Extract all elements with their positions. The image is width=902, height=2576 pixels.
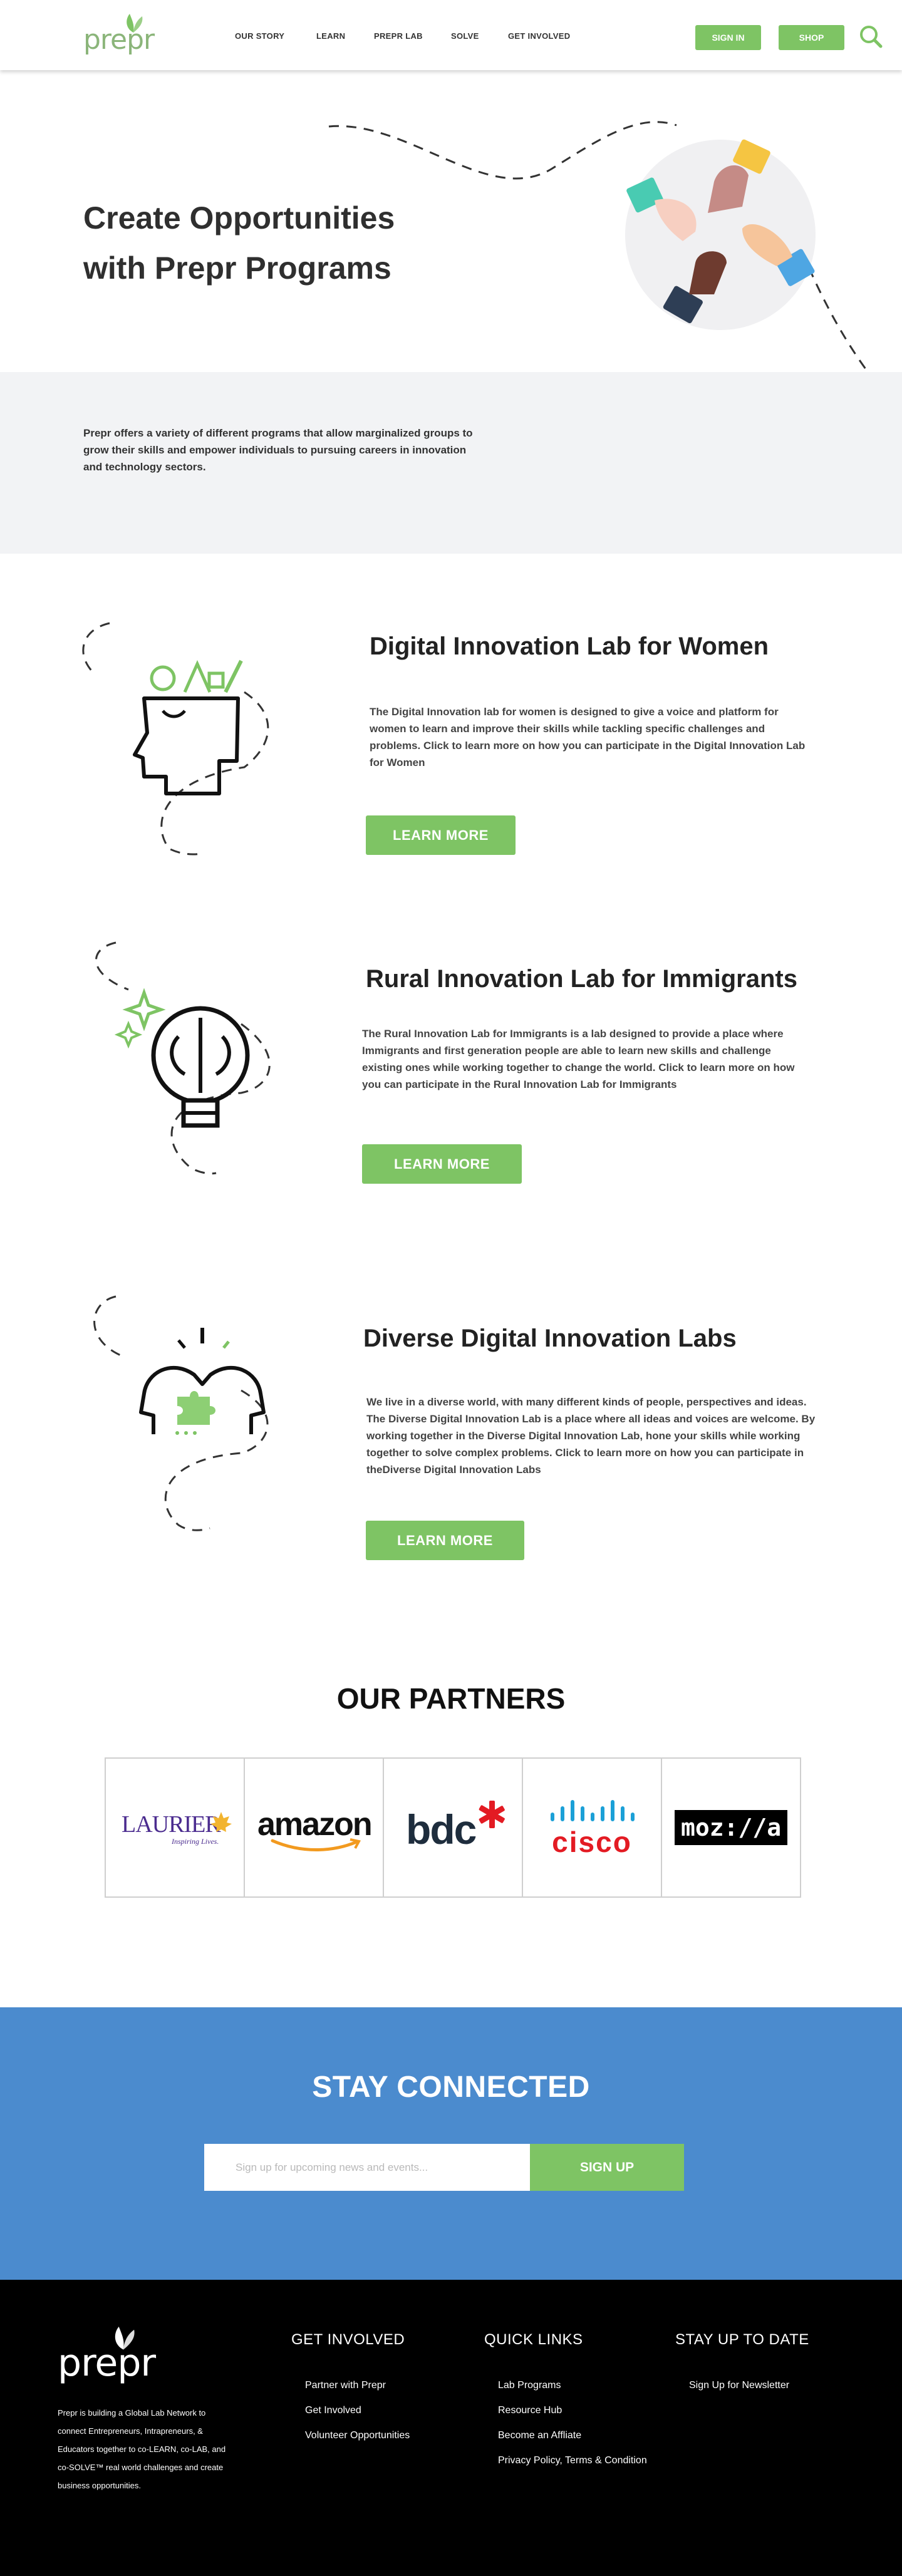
partner-laurier[interactable]: LAURIER Inspiring Lives.	[106, 1759, 245, 1896]
nav-prepr-lab[interactable]: PREPR LAB	[374, 31, 423, 41]
site-header: prepr OUR STORY LEARN PREPR LAB SOLVE GE…	[0, 0, 902, 70]
program-diverse-description: We live in a diverse world, with many di…	[366, 1396, 816, 1476]
nav-learn[interactable]: LEARN	[316, 31, 345, 41]
program-women-title: Digital Innovation Lab for Women	[370, 633, 769, 660]
footer-link-volunteer[interactable]: Volunteer Opportunities	[305, 2430, 410, 2441]
footer-link-get-involved[interactable]: Get Involved	[305, 2405, 361, 2416]
program-women-description: The Digital Innovation lab for women is …	[370, 706, 806, 768]
footer-logo[interactable]: prepr	[58, 2324, 177, 2386]
footer-leaf-icon	[115, 2326, 135, 2350]
footer-link-lab-programs[interactable]: Lab Programs	[498, 2380, 561, 2391]
footer-logo-wordmark: prepr	[58, 2341, 156, 2385]
footer-get-involved-heading: GET INVOLVED	[291, 2331, 405, 2348]
footer-quick-links-heading: QUICK LINKS	[484, 2331, 583, 2348]
bdc-wordmark: bdc	[406, 1806, 477, 1853]
program-diverse-illustration	[93, 1295, 269, 1531]
mozilla-wordmark: moz://a	[681, 1814, 782, 1841]
program-women-learn-more-button[interactable]: LEARN MORE	[366, 815, 516, 855]
partner-amazon[interactable]: amazon	[245, 1759, 384, 1896]
cisco-bars-icon	[551, 1800, 635, 1821]
intro-text: Prepr offers a variety of different prog…	[83, 427, 473, 473]
nav-get-involved[interactable]: GET INVOLVED	[508, 31, 570, 41]
footer-about-text: Prepr is building a Global Lab Network t…	[58, 2408, 226, 2490]
amazon-smile-icon	[271, 1838, 361, 1851]
nav-our-story[interactable]: OUR STORY	[235, 31, 284, 41]
laurier-tagline: Inspiring Lives.	[172, 1837, 219, 1846]
program-immigrants-description: The Rural Innovation Lab for Immigrants …	[362, 1028, 795, 1090]
partner-cisco[interactable]: cisco	[523, 1759, 662, 1896]
partners-title: OUR PARTNERS	[336, 1682, 566, 1715]
footer-link-privacy[interactable]: Privacy Policy, Terms & Condition	[498, 2455, 647, 2466]
program-immigrants-illustration	[95, 941, 271, 1175]
stay-connected-title: STAY CONNECTED	[312, 2071, 590, 2104]
program-diverse-title: Diverse Digital Innovation Labs	[363, 1325, 737, 1352]
program-immigrants-learn-more-button[interactable]: LEARN MORE	[362, 1144, 522, 1184]
partners-grid: LAURIER Inspiring Lives. amazon bdc cisc…	[105, 1757, 801, 1898]
program-immigrants-title: Rural Innovation Lab for Immigrants	[366, 965, 797, 993]
nav-solve[interactable]: SOLVE	[451, 31, 479, 41]
partner-bdc[interactable]: bdc	[384, 1759, 523, 1896]
leaf-icon	[127, 14, 143, 33]
shop-button[interactable]: SHOP	[779, 25, 844, 50]
partner-mozilla[interactable]: moz://a	[662, 1759, 800, 1896]
maple-leaf-icon	[210, 1812, 232, 1832]
footer-stay-up-to-date-heading: STAY UP TO DATE	[675, 2331, 809, 2348]
newsletter-email-input[interactable]	[204, 2144, 530, 2191]
footer-link-resource-hub[interactable]: Resource Hub	[498, 2405, 562, 2416]
prepr-logo[interactable]: prepr	[83, 11, 168, 59]
hands-illustration	[328, 121, 872, 376]
sign-in-button[interactable]: SIGN IN	[695, 25, 761, 50]
footer-link-newsletter[interactable]: Sign Up for Newsletter	[689, 2380, 789, 2391]
footer-link-affiliate[interactable]: Become an Affliate	[498, 2430, 581, 2441]
program-diverse-learn-more-button[interactable]: LEARN MORE	[366, 1521, 524, 1560]
laurier-wordmark: LAURIER	[122, 1811, 221, 1838]
sign-up-button[interactable]: SIGN UP	[530, 2144, 684, 2191]
amazon-wordmark: amazon	[257, 1806, 373, 1843]
asterisk-icon	[479, 1801, 505, 1828]
search-icon[interactable]	[858, 24, 883, 49]
footer-link-partner[interactable]: Partner with Prepr	[305, 2380, 386, 2391]
cisco-wordmark: cisco	[552, 1826, 632, 1858]
program-women-illustration	[82, 622, 269, 856]
